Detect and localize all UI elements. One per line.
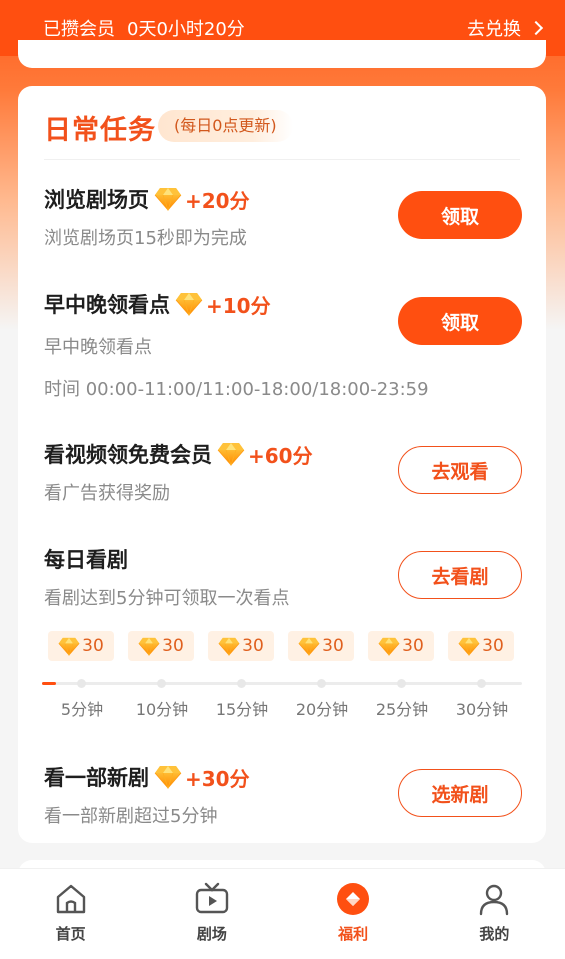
time-label: 25分钟	[375, 700, 429, 719]
reward-points: 30	[482, 636, 504, 656]
task-points: +60分	[248, 443, 313, 468]
nav-label: 我的	[479, 925, 510, 943]
reward-badge: 30	[368, 631, 434, 661]
daily-tasks-card: 日常任务 (每日0点更新) 浏览剧场页 +20分 浏览剧场页15秒即为完成 领取…	[18, 86, 546, 843]
tv-icon	[195, 882, 229, 914]
task-title: 每日看剧	[44, 548, 128, 572]
gem-icon	[138, 637, 160, 656]
bottom-nav: 首页 剧场 福利 我的	[0, 868, 565, 959]
task-points: +10分	[206, 293, 271, 318]
task-title: 浏览剧场页	[44, 188, 149, 212]
claim-button[interactable]: 领取	[398, 191, 522, 239]
task-title: 早中晚领看点	[44, 293, 170, 317]
task-browse-theater: 浏览剧场页 +20分 浏览剧场页15秒即为完成 领取	[44, 184, 522, 250]
reward-badge: 30	[48, 631, 114, 661]
watch-drama-button[interactable]: 去看剧	[398, 551, 522, 599]
progress-dot	[157, 679, 166, 688]
task-watch-video: 看视频领免费会员 +60分 看广告获得奖励 去观看	[44, 439, 522, 505]
reward-points: 30	[82, 636, 104, 656]
nav-theater[interactable]: 剧场	[141, 869, 282, 959]
reward-badge: 30	[128, 631, 194, 661]
watch-time-labels: 5分钟 10分钟 15分钟 20分钟 25分钟 30分钟	[18, 696, 546, 720]
pick-drama-button[interactable]: 选新剧	[398, 769, 522, 817]
member-duration: 0天0小时20分	[127, 19, 245, 40]
watch-button[interactable]: 去观看	[398, 446, 522, 494]
progress-dot	[397, 679, 406, 688]
reward-points: 30	[162, 636, 184, 656]
watch-progress-fill	[42, 682, 57, 685]
task-time-range: 时间 00:00-11:00/11:00-18:00/18:00-23:59	[44, 379, 429, 400]
watch-progress-track	[42, 679, 522, 688]
chevron-right-icon	[528, 20, 544, 36]
task-checkin: 早中晚领看点 +10分 早中晚领看点 时间 00:00-11:00/11:00-…	[44, 289, 522, 401]
nav-profile[interactable]: 我的	[424, 869, 565, 959]
task-points: +20分	[185, 188, 250, 213]
reward-badge: 30	[208, 631, 274, 661]
reward-points: 30	[322, 636, 344, 656]
task-new-drama: 看一部新剧 +30分 看一部新剧超过5分钟 选新剧	[44, 762, 522, 828]
nav-welfare[interactable]: 福利	[283, 869, 424, 959]
nav-label: 福利	[338, 925, 369, 943]
gem-icon	[175, 292, 203, 316]
task-title: 看一部新剧	[44, 766, 149, 790]
home-icon	[56, 884, 85, 914]
user-icon	[480, 884, 509, 916]
progress-dot	[237, 679, 246, 688]
gem-icon	[218, 637, 240, 656]
nav-label: 首页	[55, 925, 86, 943]
reward-points: 30	[242, 636, 264, 656]
gem-icon	[378, 637, 400, 656]
time-label: 30分钟	[455, 700, 509, 719]
redeem-link[interactable]: 去兑换	[467, 15, 544, 41]
nav-label: 剧场	[196, 925, 227, 943]
card-title: 日常任务	[44, 115, 156, 146]
progress-dot	[477, 679, 486, 688]
progress-dot	[317, 679, 326, 688]
nav-home[interactable]: 首页	[0, 869, 141, 959]
gem-icon	[154, 765, 182, 789]
reward-badge: 30	[288, 631, 354, 661]
task-points: +30分	[185, 766, 250, 791]
gem-icon	[458, 637, 480, 656]
progress-dot	[77, 679, 86, 688]
task-daily-watch: 每日看剧 看剧达到5分钟可领取一次看点 去看剧	[44, 544, 522, 610]
divider	[44, 159, 520, 160]
time-label: 20分钟	[295, 700, 349, 719]
gift-icon	[337, 883, 370, 915]
member-label: 已攒会员	[43, 19, 115, 40]
time-label: 5分钟	[60, 700, 104, 719]
redeem-label: 去兑换	[467, 19, 521, 40]
time-label: 15分钟	[215, 700, 269, 719]
card-subtitle: (每日0点更新)	[158, 110, 293, 142]
gem-icon	[217, 442, 245, 466]
gem-icon	[298, 637, 320, 656]
gem-icon	[154, 187, 182, 211]
watch-rewards: 30 30 30 30 30 30	[48, 631, 520, 661]
gem-icon	[58, 637, 80, 656]
reward-points: 30	[402, 636, 424, 656]
task-title: 看视频领免费会员	[44, 443, 212, 467]
claim-button[interactable]: 领取	[398, 297, 522, 345]
member-balance: 已攒会员 0天0小时20分	[43, 15, 245, 41]
previous-card-edge	[18, 40, 546, 68]
reward-badge: 30	[448, 631, 514, 661]
time-label: 10分钟	[135, 700, 189, 719]
